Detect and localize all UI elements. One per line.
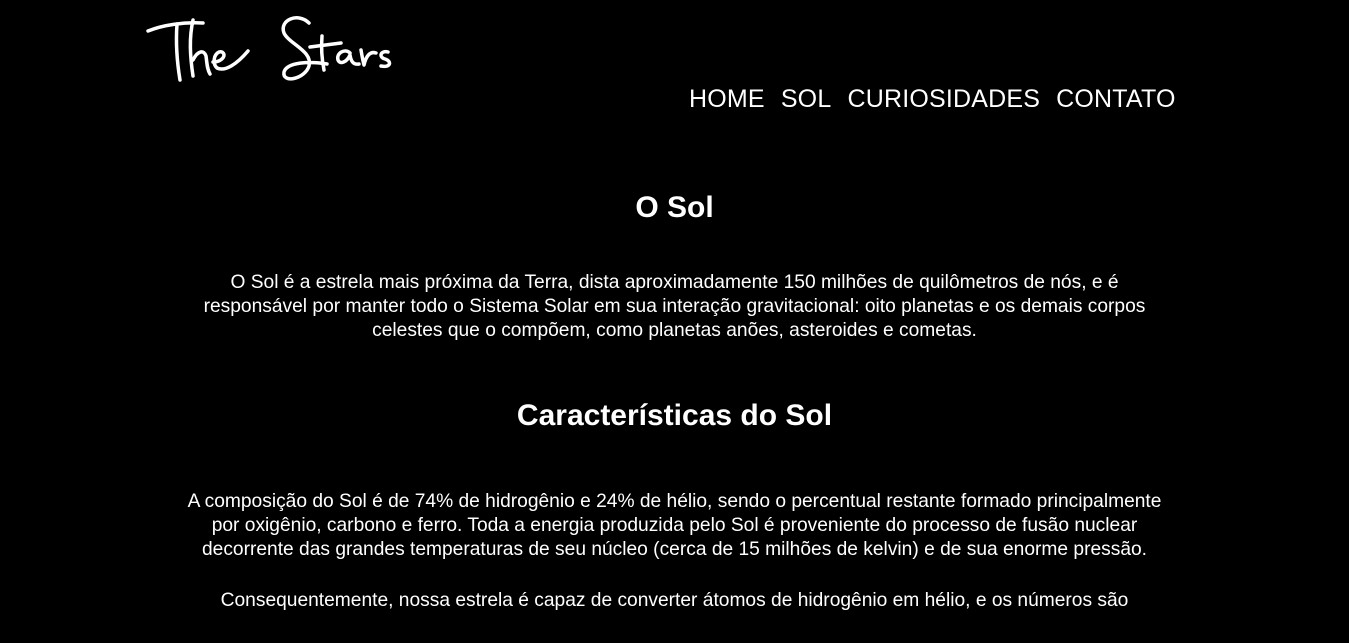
intro-paragraph: O Sol é a estrela mais próxima da Terra,… [203, 272, 1146, 341]
page-title: O Sol [635, 191, 714, 224]
the-stars-script-logo [146, 16, 392, 82]
nav-contato-link[interactable]: CONTATO [1056, 84, 1175, 114]
nav-home-link[interactable]: HOME [689, 84, 765, 114]
site-logo[interactable] [145, 8, 405, 90]
main-navigation: HOME SOL CURIOSIDADES CONTATO [689, 84, 1176, 114]
main-content: O Sol O Sol é a estrela mais próxima da … [0, 188, 1349, 613]
nav-curiosidades-link[interactable]: CURIOSIDADES [847, 84, 1040, 114]
composition-paragraph: A composição do Sol é de 74% de hidrogên… [187, 491, 1162, 560]
nav-sol-link[interactable]: SOL [781, 84, 832, 114]
consequence-paragraph: Consequentemente, nossa estrela é capaz … [220, 590, 1129, 611]
site-header: HOME SOL CURIOSIDADES CONTATO [0, 0, 1349, 140]
page: HOME SOL CURIOSIDADES CONTATO O Sol O So… [0, 0, 1349, 643]
section-title: Características do Sol [516, 399, 833, 432]
